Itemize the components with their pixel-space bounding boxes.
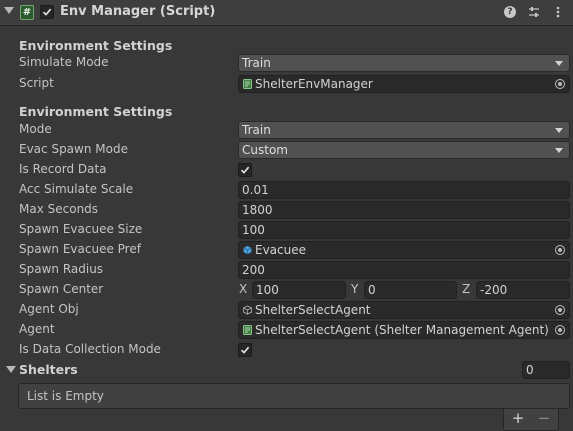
spawn-radius-input[interactable]: 200 — [238, 261, 570, 279]
simulate-mode-value: Train — [242, 56, 271, 70]
simulate-mode-dropdown[interactable]: Train — [238, 54, 570, 72]
checkmark-icon — [240, 346, 250, 354]
prefab-cube-icon — [243, 245, 252, 255]
help-icon[interactable]: ? — [503, 5, 517, 19]
mode-dropdown[interactable]: Train — [238, 121, 570, 139]
script-object-field[interactable]: ShelterEnvManager — [238, 75, 570, 93]
script-label: Script — [19, 76, 54, 90]
spawn-center-label: Spawn Center — [19, 282, 104, 296]
simulate-mode-label: Simulate Mode — [19, 55, 109, 69]
shelters-list-box: List is Empty — [18, 383, 570, 409]
dropdown-arrow-icon — [555, 148, 563, 153]
spawn-evacuee-size-input[interactable]: 100 — [238, 221, 570, 239]
is-record-data-label: Is Record Data — [19, 162, 107, 176]
agent-label: Agent — [19, 322, 55, 336]
section-title-environment-settings-2: Environment Settings — [19, 104, 173, 119]
add-element-button[interactable]: + — [508, 409, 528, 429]
agent-value: ShelterSelectAgent (Shelter Management A… — [255, 323, 549, 337]
spawn-evacuee-pref-value: Evacuee — [255, 243, 307, 257]
spawn-center-z-input[interactable]: -200 — [476, 281, 570, 299]
remove-element-button[interactable]: − — [534, 409, 554, 429]
spawn-center-y-label[interactable]: Y — [351, 282, 358, 296]
dropdown-arrow-icon — [555, 61, 563, 66]
object-picker-icon[interactable] — [555, 305, 565, 315]
acc-simulate-scale-label: Acc Simulate Scale — [19, 182, 134, 196]
dropdown-arrow-icon — [555, 128, 563, 133]
list-footer: + − — [503, 409, 559, 431]
object-picker-icon[interactable] — [555, 245, 565, 255]
max-seconds-input[interactable]: 1800 — [238, 201, 570, 219]
spawn-evacuee-pref-label: Spawn Evacuee Pref — [19, 242, 141, 256]
is-record-data-checkbox[interactable] — [238, 163, 252, 177]
evac-spawn-mode-label: Evac Spawn Mode — [19, 142, 128, 156]
spawn-radius-label: Spawn Radius — [19, 262, 104, 276]
spawn-evacuee-size-label: Spawn Evacuee Size — [19, 222, 143, 236]
component-title: Env Manager (Script) — [60, 4, 216, 19]
is-data-collection-mode-label: Is Data Collection Mode — [19, 342, 161, 356]
is-data-collection-mode-checkbox[interactable] — [238, 343, 252, 357]
acc-simulate-scale-input[interactable]: 0.01 — [238, 181, 570, 199]
gameobject-cube-icon — [243, 305, 252, 315]
shelters-count-input[interactable]: 0 — [522, 361, 570, 379]
evac-spawn-mode-dropdown[interactable]: Custom — [238, 141, 570, 159]
shelters-foldout-arrow-icon[interactable] — [6, 366, 16, 373]
max-seconds-label: Max Seconds — [19, 202, 99, 216]
checkmark-icon — [240, 166, 250, 174]
object-picker-icon[interactable] — [555, 79, 565, 89]
component-enabled-checkbox[interactable] — [40, 5, 54, 19]
checkmark-icon — [42, 8, 52, 16]
agent-object-field[interactable]: ShelterSelectAgent (Shelter Management A… — [238, 321, 570, 339]
evac-spawn-mode-value: Custom — [242, 143, 288, 157]
section-title-environment-settings: Environment Settings — [19, 38, 173, 53]
collapse-arrow-icon[interactable] — [4, 7, 14, 14]
object-picker-icon[interactable] — [555, 325, 565, 335]
shelters-label[interactable]: Shelters — [19, 362, 78, 377]
script-file-icon — [243, 325, 252, 335]
script-file-icon — [243, 79, 252, 89]
mode-label: Mode — [19, 122, 52, 136]
list-empty-text: List is Empty — [27, 389, 104, 403]
agent-obj-label: Agent Obj — [19, 302, 79, 316]
csharp-script-icon: # — [20, 5, 34, 20]
agent-obj-value: ShelterSelectAgent — [255, 303, 371, 317]
component-header[interactable]: # Env Manager (Script) ? — [0, 0, 573, 26]
mode-value: Train — [242, 123, 271, 137]
spawn-center-x-label[interactable]: X — [239, 282, 247, 296]
spawn-center-y-input[interactable]: 0 — [364, 281, 457, 299]
presets-sliders-icon[interactable] — [527, 5, 541, 19]
spawn-evacuee-pref-object-field[interactable]: Evacuee — [238, 241, 570, 259]
kebab-menu-icon[interactable] — [551, 5, 565, 19]
spawn-center-x-input[interactable]: 100 — [252, 281, 346, 299]
spawn-center-z-label[interactable]: Z — [462, 282, 470, 296]
agent-obj-object-field[interactable]: ShelterSelectAgent — [238, 301, 570, 319]
script-value: ShelterEnvManager — [255, 77, 373, 91]
